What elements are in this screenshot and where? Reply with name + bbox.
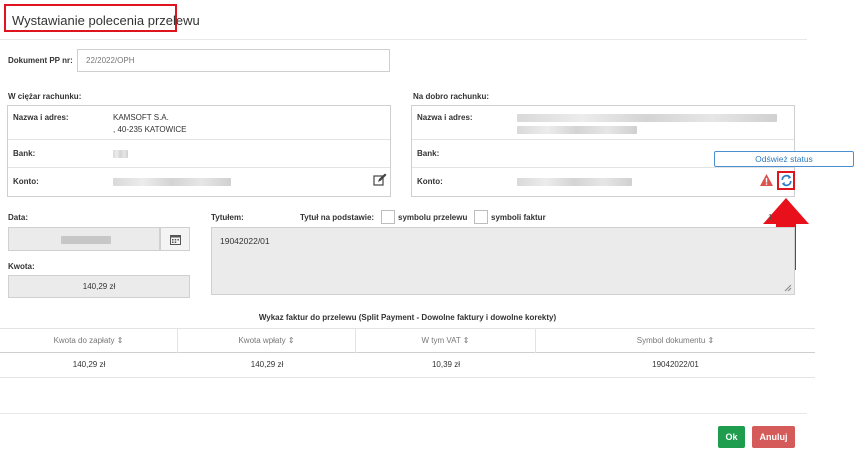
debit-account-redacted [113,178,231,186]
amount-label: Kwota: [8,262,35,271]
amount-value: 140,29 zł [82,282,116,291]
debit-account-panel: Nazwa i adres: KAMSOFT S.A. , 40-235 KAT… [7,105,391,197]
title-value: 19042022/01 [220,236,270,246]
credit-account-header: Na dobro rachunku: [413,92,490,101]
column-document-symbol[interactable]: Symbol dokumentu ⇕ [536,329,815,353]
invoices-table-title: Wykaz faktur do przelewu (Split Payment … [258,313,557,322]
calendar-icon[interactable] [170,234,181,245]
credit-name-redacted [517,114,777,122]
amount-input[interactable]: 140,29 zł [8,275,190,298]
edit-icon[interactable] [373,173,387,187]
credit-account-redacted [517,178,632,186]
debit-name-label: Nazwa i adres: [13,113,69,122]
invoice-symbols-checkbox[interactable] [474,210,488,224]
debit-name-line2: , 40-235 KATOWICE [113,125,187,134]
cell-vat: 10,39 zł [431,360,461,369]
debit-row-divider [8,167,390,168]
document-number-input[interactable]: 22/2022/OPH [77,49,390,72]
date-input[interactable] [8,227,160,251]
warning-icon [759,173,774,187]
title-char-counter: 1 [768,213,773,222]
debit-bank-label: Bank: [13,149,36,158]
credit-account-label: Konto: [417,177,443,186]
invoices-table-header: Kwota do zapłaty ⇕ Kwota wpłaty ⇕ W tym … [0,328,815,353]
footer-divider [0,413,807,414]
cell-amount-due: 140,29 zł [72,360,106,369]
dialog-title-highlight: Wystawianie polecenia przelewu [4,4,200,32]
credit-row-divider [412,167,794,168]
debit-name-line1: KAMSOFT S.A. [113,113,169,122]
document-number-label: Dokument PP nr: [8,56,73,65]
ok-button[interactable]: Ok [718,426,745,448]
credit-address-redacted [517,126,637,134]
invoice-symbols-label: symboli faktur [491,213,546,222]
column-payment-amount[interactable]: Kwota wpłaty ⇕ [178,329,356,353]
dialog-title: Wystawianie polecenia przelewu [12,13,200,28]
cancel-button[interactable]: Anuluj [752,426,795,448]
column-vat[interactable]: W tym VAT ⇕ [356,329,536,353]
transfer-symbol-label: symbolu przelewu [398,213,468,222]
title-textarea[interactable]: 19042022/01 [211,227,795,295]
refresh-icon[interactable] [780,174,793,187]
credit-bank-label: Bank: [417,149,440,158]
title-basis-label: Tytuł na podstawie: [300,213,375,222]
cell-payment-amount: 140,29 zł [250,360,284,369]
date-redacted [61,236,111,244]
cell-document-symbol: 19042022/01 [652,360,699,369]
title-label: Tytułem: [211,213,244,222]
date-picker-button[interactable] [160,227,190,251]
transfer-symbol-checkbox[interactable] [381,210,395,224]
date-label: Data: [8,213,29,222]
table-row[interactable]: 140,29 zł 140,29 zł 10,39 zł 19042022/01 [0,353,815,378]
refresh-status-button[interactable]: Odśwież status [714,151,854,167]
document-number-value: 22/2022/OPH [86,56,135,65]
column-amount-due[interactable]: Kwota do zapłaty ⇕ [0,329,178,353]
debit-account-header: W ciężar rachunku: [8,92,82,101]
resize-handle-icon[interactable] [784,284,792,292]
credit-row-divider [412,139,794,140]
debit-account-label: Konto: [13,177,39,186]
title-divider [0,39,807,40]
debit-row-divider [8,139,390,140]
debit-bank-redacted [113,150,128,158]
credit-name-label: Nazwa i adres: [417,113,473,122]
refresh-icon-highlight[interactable] [777,171,795,190]
